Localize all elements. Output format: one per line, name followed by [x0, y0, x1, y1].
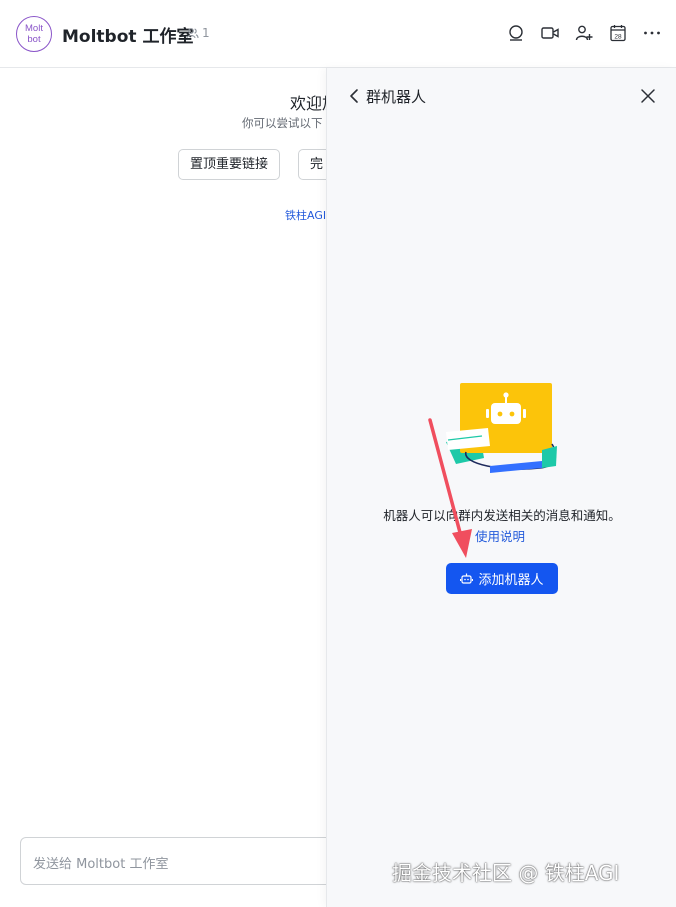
- welcome-subtitle: 你可以尝试以下: [242, 116, 323, 130]
- close-icon[interactable]: [640, 88, 656, 104]
- back-arrow-icon[interactable]: [347, 88, 361, 104]
- add-bot-button-label: 添加机器人: [478, 573, 544, 588]
- calendar-button[interactable]: 28: [608, 22, 628, 44]
- creator-link[interactable]: 铁柱AGI: [285, 207, 326, 223]
- bot-icon: [460, 573, 474, 584]
- member-count-text: 1: [202, 26, 210, 40]
- video-call-button[interactable]: [540, 22, 560, 44]
- usage-guide-link[interactable]: 使用说明: [475, 526, 525, 545]
- member-count[interactable]: 1: [186, 26, 210, 40]
- panel-title: 群机器人: [366, 88, 427, 106]
- message-input-placeholder: 发送给 Moltbot 工作室: [33, 857, 169, 872]
- video-icon: [541, 27, 559, 39]
- avatar-text-line1: Molt: [25, 23, 43, 34]
- calendar-icon: 28: [610, 25, 626, 42]
- watermark: 掘金技术社区 @ 铁柱AGI: [392, 861, 620, 885]
- pin-link-button[interactable]: 置顶重要链接: [178, 149, 281, 180]
- panel-description: 机器人可以向群内发送相关的消息和通知。: [383, 508, 621, 523]
- chat-title[interactable]: Moltbot 工作室: [62, 22, 193, 47]
- robot-illustration: [446, 383, 557, 473]
- members-icon: [186, 28, 199, 39]
- message-input[interactable]: 发送给 Moltbot 工作室: [20, 837, 360, 885]
- group-avatar[interactable]: Molt bot: [16, 16, 52, 52]
- avatar-text-line2: bot: [27, 34, 41, 45]
- more-button[interactable]: [642, 22, 662, 44]
- add-member-icon: [575, 25, 593, 41]
- add-member-button[interactable]: [574, 22, 594, 44]
- chat-header: Molt bot Moltbot 工作室 1 28: [0, 0, 676, 68]
- search-icon: [509, 25, 523, 41]
- header-actions: 28: [506, 22, 662, 44]
- calendar-day: 28: [614, 34, 622, 41]
- group-bots-panel: 群机器人 机器人可以向群内发送相关的消息和通知。 使用说明 添加机器人: [326, 68, 676, 907]
- search-button[interactable]: [506, 22, 526, 44]
- add-bot-button[interactable]: 添加机器人: [446, 563, 558, 594]
- more-icon: [644, 31, 660, 35]
